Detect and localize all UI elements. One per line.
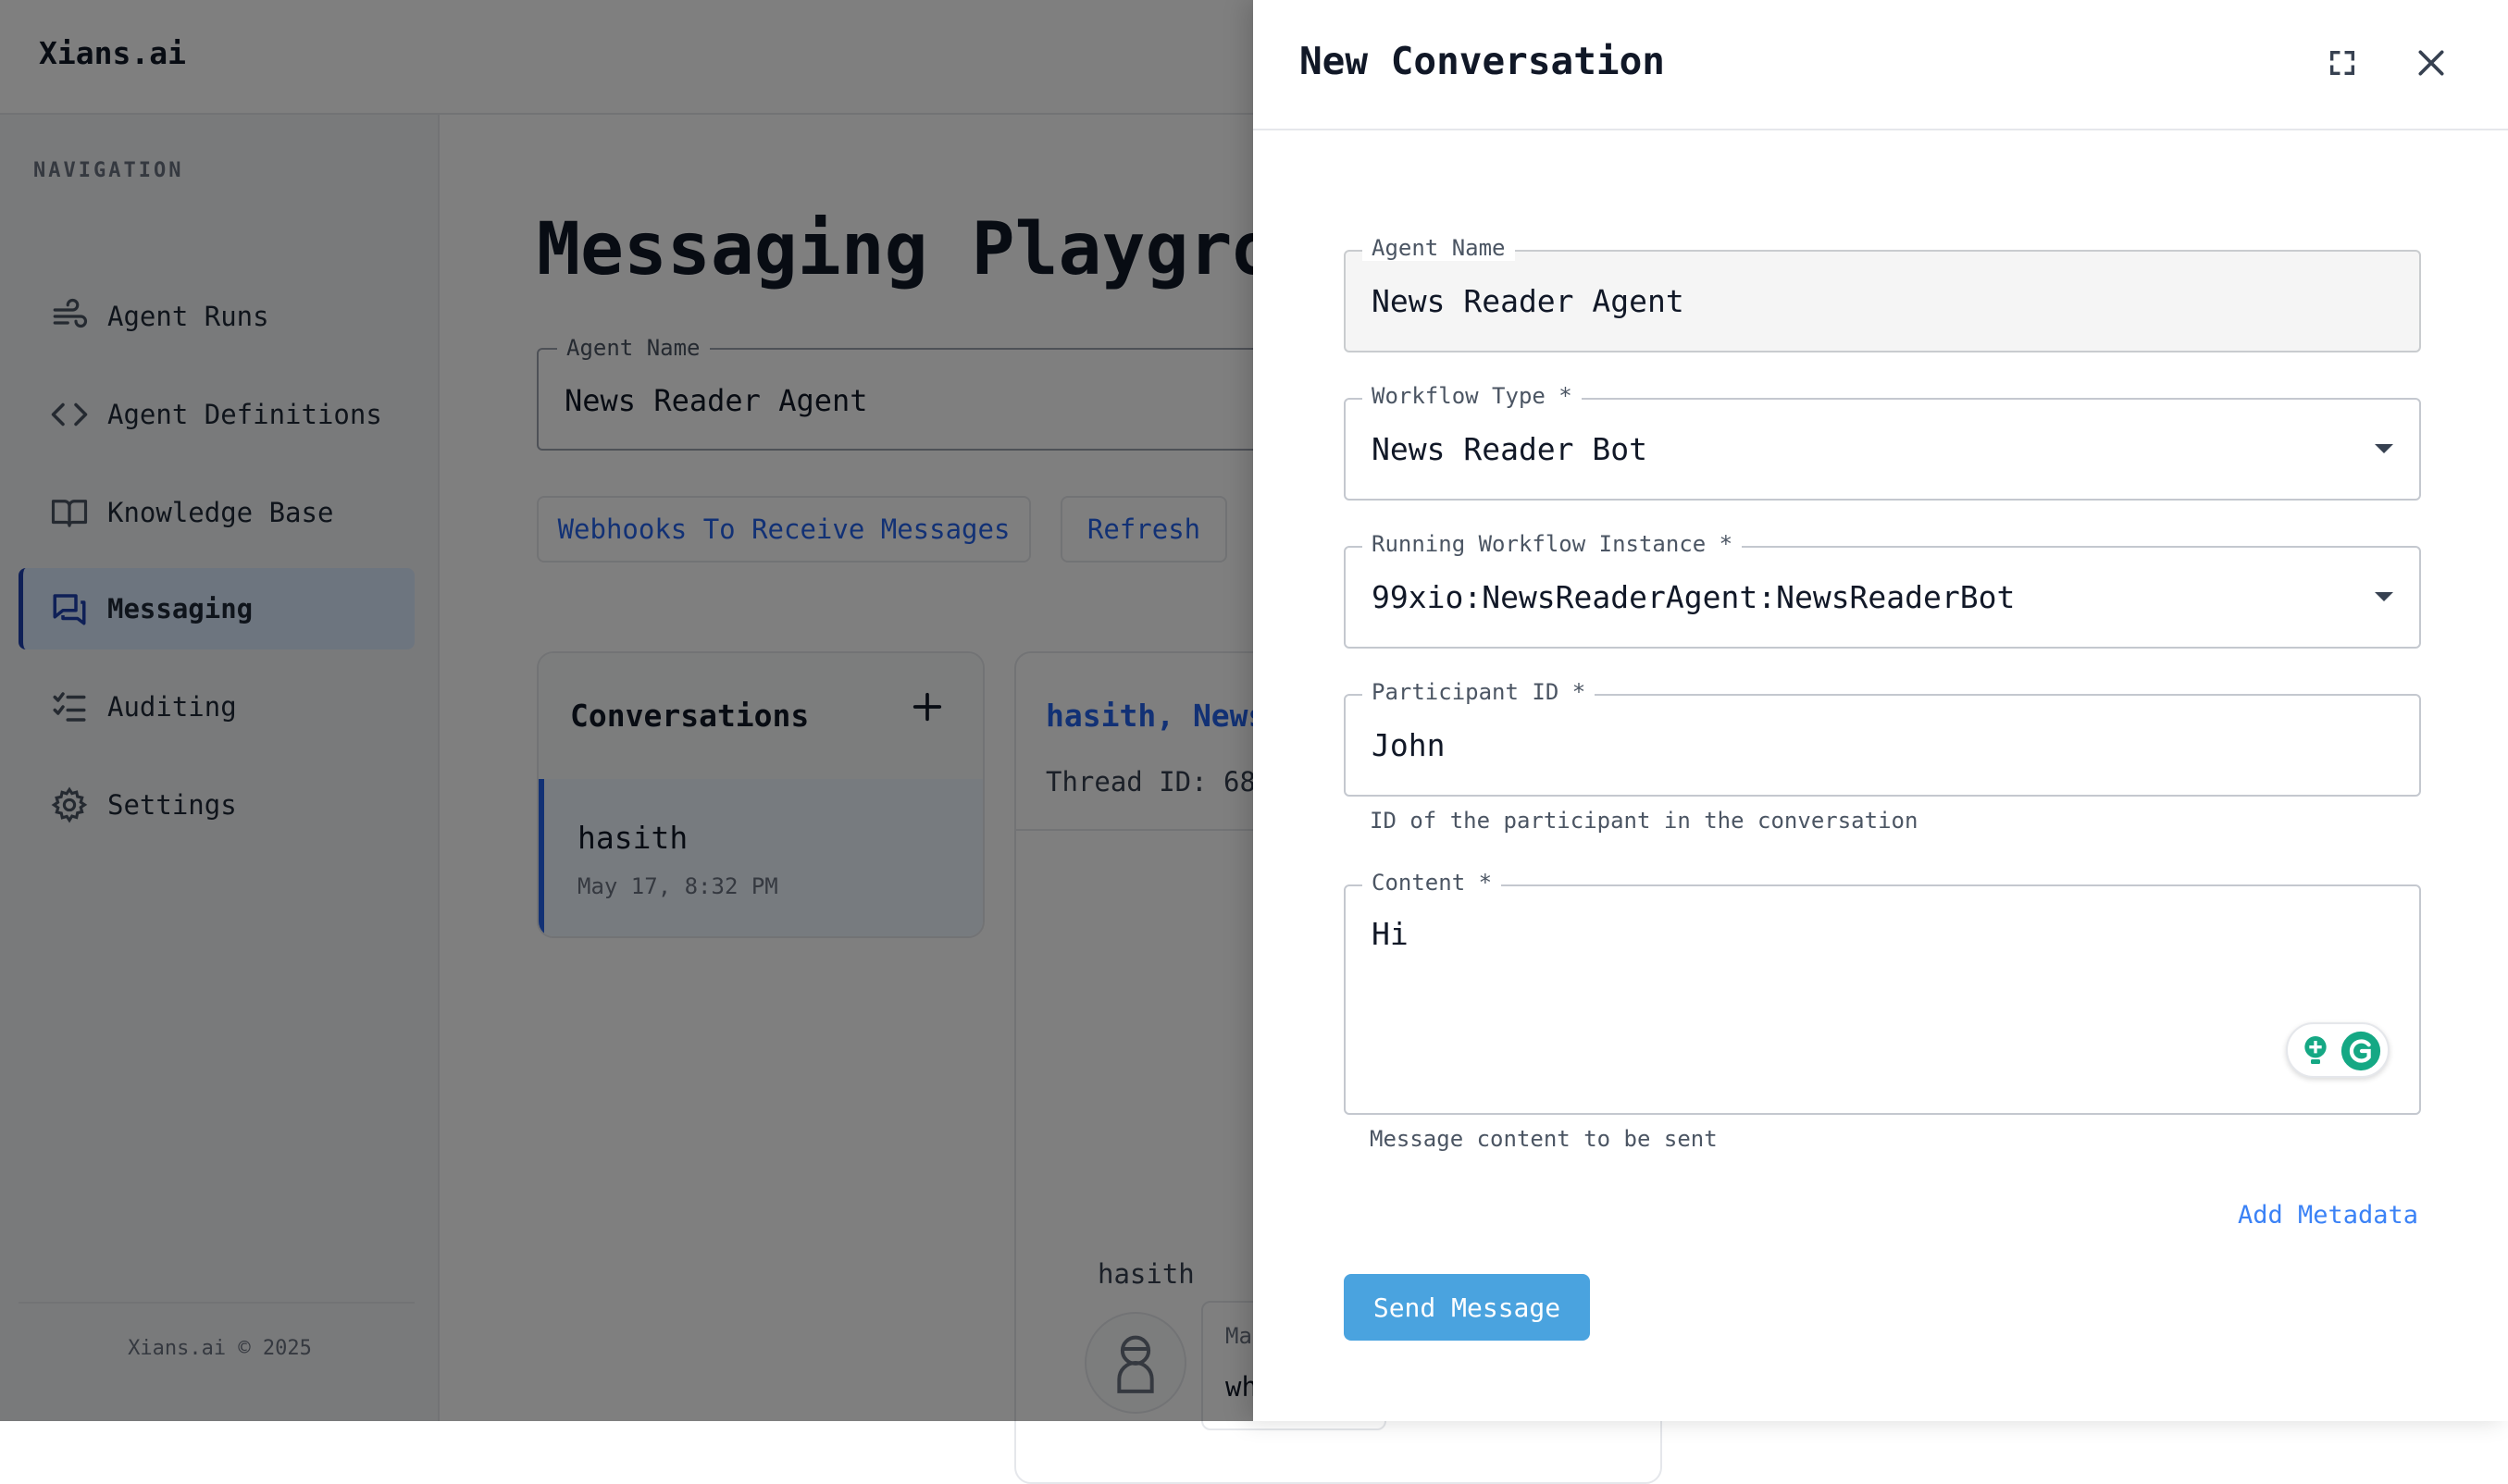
running-instance-value: 99xio:NewsReaderAgent:NewsReaderBot [1372,579,2016,615]
grammarly-icon [2340,1031,2381,1071]
grammarly-widget[interactable] [2286,1022,2390,1078]
close-icon[interactable] [2406,39,2456,87]
workflow-type-value: News Reader Bot [1372,431,1648,467]
content-label: Content * [1362,870,1502,896]
agent-name-field: Agent Name News Reader Agent [1344,235,2421,352]
content-textarea[interactable]: Content * Hi [1344,870,2421,1115]
add-metadata-link[interactable]: Add Metadata [2238,1201,2418,1230]
participant-id-help: ID of the participant in the conversatio… [1370,808,1918,834]
participant-id-label: Participant ID * [1362,679,1595,705]
content-value: Hi [1372,916,1409,952]
drawer-title: New Conversation [1299,39,1665,83]
lightbulb-icon [2304,1036,2327,1064]
drawer-header: New Conversation [1253,0,2508,130]
content-help: Message content to be sent [1370,1126,1718,1152]
fullscreen-icon[interactable] [2317,41,2367,85]
running-instance-select[interactable]: Running Workflow Instance * 99xio:NewsRe… [1344,531,2421,649]
participant-id-value: John [1372,727,1446,763]
participant-id-input[interactable]: Participant ID * John [1344,679,2421,797]
chevron-down-icon [2375,444,2393,453]
chevron-down-icon [2375,592,2393,601]
workflow-type-label: Workflow Type * [1362,383,1582,409]
new-conversation-drawer: New Conversation Agent Name News Reader … [1253,0,2508,1421]
agent-name-label: Agent Name [1362,235,1515,261]
workflow-type-select[interactable]: Workflow Type * News Reader Bot [1344,383,2421,501]
send-message-button[interactable]: Send Message [1344,1274,1590,1341]
running-instance-label: Running Workflow Instance * [1362,531,1743,557]
agent-name-value: News Reader Agent [1372,283,1684,319]
